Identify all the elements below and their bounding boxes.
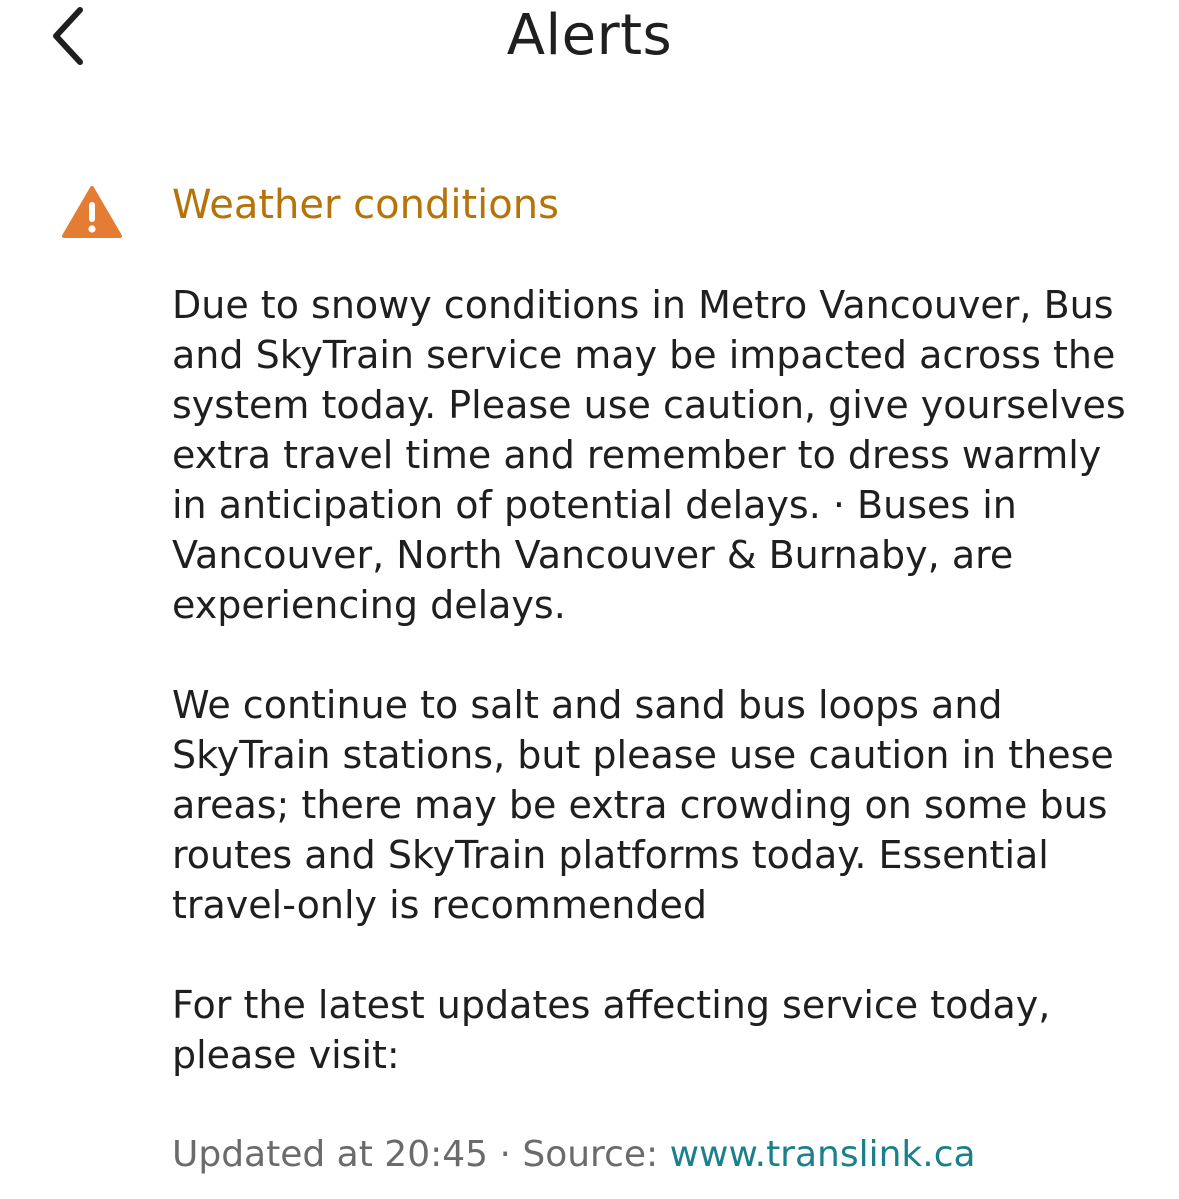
alert-footer: Updated at 20:45 · Source: www.translink… (172, 1130, 976, 1180)
alert-body: Due to snowy conditions in Metro Vancouv… (172, 280, 1132, 1080)
alerts-screen: Alerts Weather conditions Due to snowy c… (0, 0, 1179, 1199)
source-link[interactable]: www.translink.ca (670, 1134, 976, 1175)
header: Alerts (0, 0, 1179, 80)
updated-source-label: Updated at 20:45 · Source: (172, 1134, 670, 1175)
warning-triangle-icon (60, 184, 124, 240)
alert-paragraph: We continue to salt and sand bus loops a… (172, 683, 1114, 927)
alert-title: Weather conditions (172, 182, 559, 228)
alert-paragraph: Due to snowy conditions in Metro Vancouv… (172, 283, 1126, 627)
alert-paragraph: For the latest updates affecting service… (172, 983, 1051, 1077)
page-title: Alerts (506, 3, 673, 68)
